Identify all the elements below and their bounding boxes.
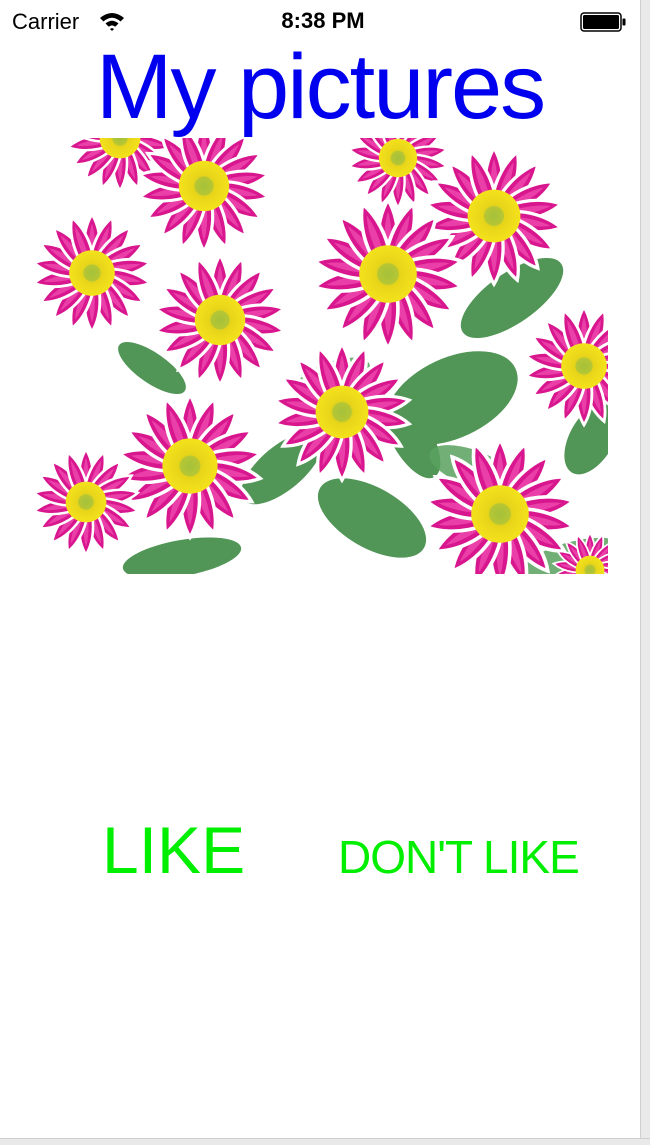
- status-time: 8:38 PM: [281, 8, 365, 33]
- flower-photo: [32, 138, 608, 574]
- page-title: My pictures: [95, 36, 546, 138]
- like-button[interactable]: LIKE: [102, 812, 245, 888]
- battery-icon: [580, 12, 626, 32]
- dont-like-button[interactable]: DON'T LIKE: [338, 830, 580, 884]
- simulator-frame-edge: [640, 0, 650, 1144]
